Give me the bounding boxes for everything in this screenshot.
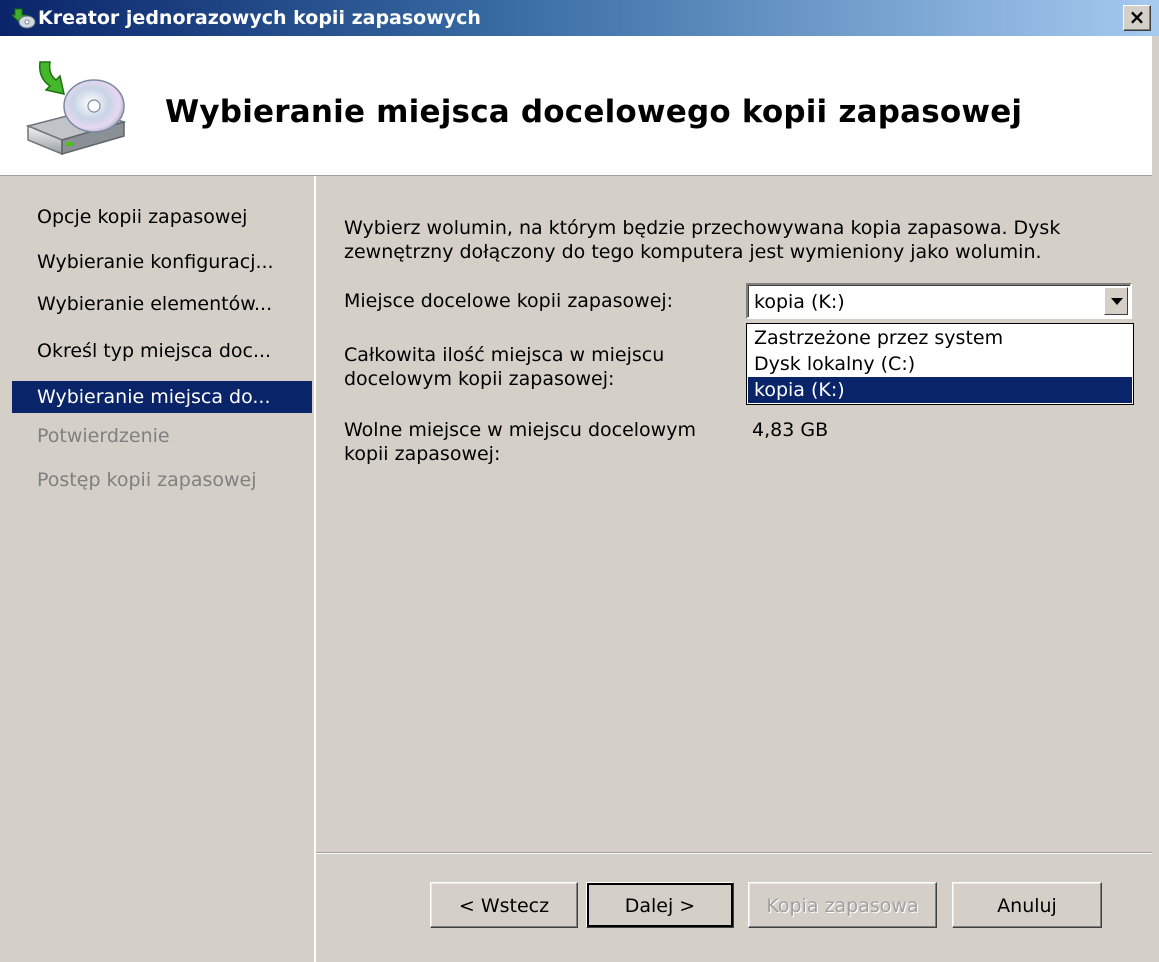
backup-wizard-icon: [12, 8, 36, 29]
window-right-edge: [1152, 36, 1159, 962]
backup-button: Kopia zapasowa: [748, 882, 937, 928]
destination-combobox[interactable]: kopia (K:): [746, 283, 1132, 319]
wizard-steps-nav: Opcje kopii zapasowej Wybieranie konfigu…: [0, 176, 316, 962]
window-title: Kreator jednorazowych kopii zapasowych: [38, 7, 481, 29]
nav-step-backup-options[interactable]: Opcje kopii zapasowej: [12, 201, 312, 233]
backup-drive-disc-icon: [25, 61, 127, 156]
destination-option[interactable]: Dysk lokalny (C:): [748, 351, 1132, 377]
destination-dropdown-list: Zastrzeżone przez system Dysk lokalny (C…: [746, 323, 1134, 405]
instructions-line-1: Wybierz wolumin, na którym będzie przech…: [344, 217, 1061, 239]
destination-option-selected[interactable]: kopia (K:): [748, 377, 1132, 403]
nav-step-select-configuration[interactable]: Wybieranie konfiguracj...: [12, 246, 312, 278]
back-button[interactable]: < Wstecz: [430, 882, 578, 928]
destination-selected-value: kopia (K:): [754, 291, 845, 313]
nav-step-backup-progress: Postęp kopii zapasowej: [37, 469, 257, 491]
free-space-label: Wolne miejsce w miejscu docelowym kopii …: [344, 418, 696, 466]
nav-step-confirmation: Potwierdzenie: [37, 425, 170, 447]
footer-divider: [316, 852, 1159, 854]
total-space-label-line-1: Całkowita ilość miejsca w miejscu: [344, 344, 665, 366]
free-space-label-line-1: Wolne miejsce w miejscu docelowym: [344, 419, 696, 441]
instructions-text: Wybierz wolumin, na którym będzie przech…: [344, 216, 1134, 264]
destination-label: Miejsce docelowe kopii zapasowej:: [344, 290, 674, 312]
total-space-label: Całkowita ilość miejsca w miejscu docelo…: [344, 343, 664, 391]
instructions-line-2: zewnętrzny dołączony do tego komputera j…: [344, 241, 1042, 263]
nav-step-destination-type[interactable]: Określ typ miejsca doc...: [12, 335, 312, 367]
close-button[interactable]: ×: [1123, 5, 1151, 31]
free-space-label-line-2: kopii zapasowej:: [344, 443, 501, 465]
wizard-content: Wybierz wolumin, na którym będzie przech…: [316, 176, 1159, 962]
total-space-label-line-2: docelowym kopii zapasowej:: [344, 368, 615, 390]
next-button[interactable]: Dalej >: [586, 882, 734, 928]
backup-wizard-window: Kreator jednorazowych kopii zapasowych ×…: [0, 0, 1159, 962]
nav-step-select-destination[interactable]: Wybieranie miejsca do...: [12, 381, 312, 413]
title-bar[interactable]: Kreator jednorazowych kopii zapasowych ×: [0, 0, 1159, 36]
dropdown-arrow-icon[interactable]: [1104, 287, 1128, 315]
cancel-button[interactable]: Anuluj: [952, 882, 1102, 928]
wizard-header: Wybieranie miejsca docelowego kopii zapa…: [0, 36, 1159, 176]
destination-option[interactable]: Zastrzeżone przez system: [748, 325, 1132, 351]
page-title: Wybieranie miejsca docelowego kopii zapa…: [165, 94, 1023, 130]
nav-step-select-items[interactable]: Wybieranie elementów...: [12, 288, 312, 320]
free-space-value: 4,83 GB: [752, 419, 829, 441]
